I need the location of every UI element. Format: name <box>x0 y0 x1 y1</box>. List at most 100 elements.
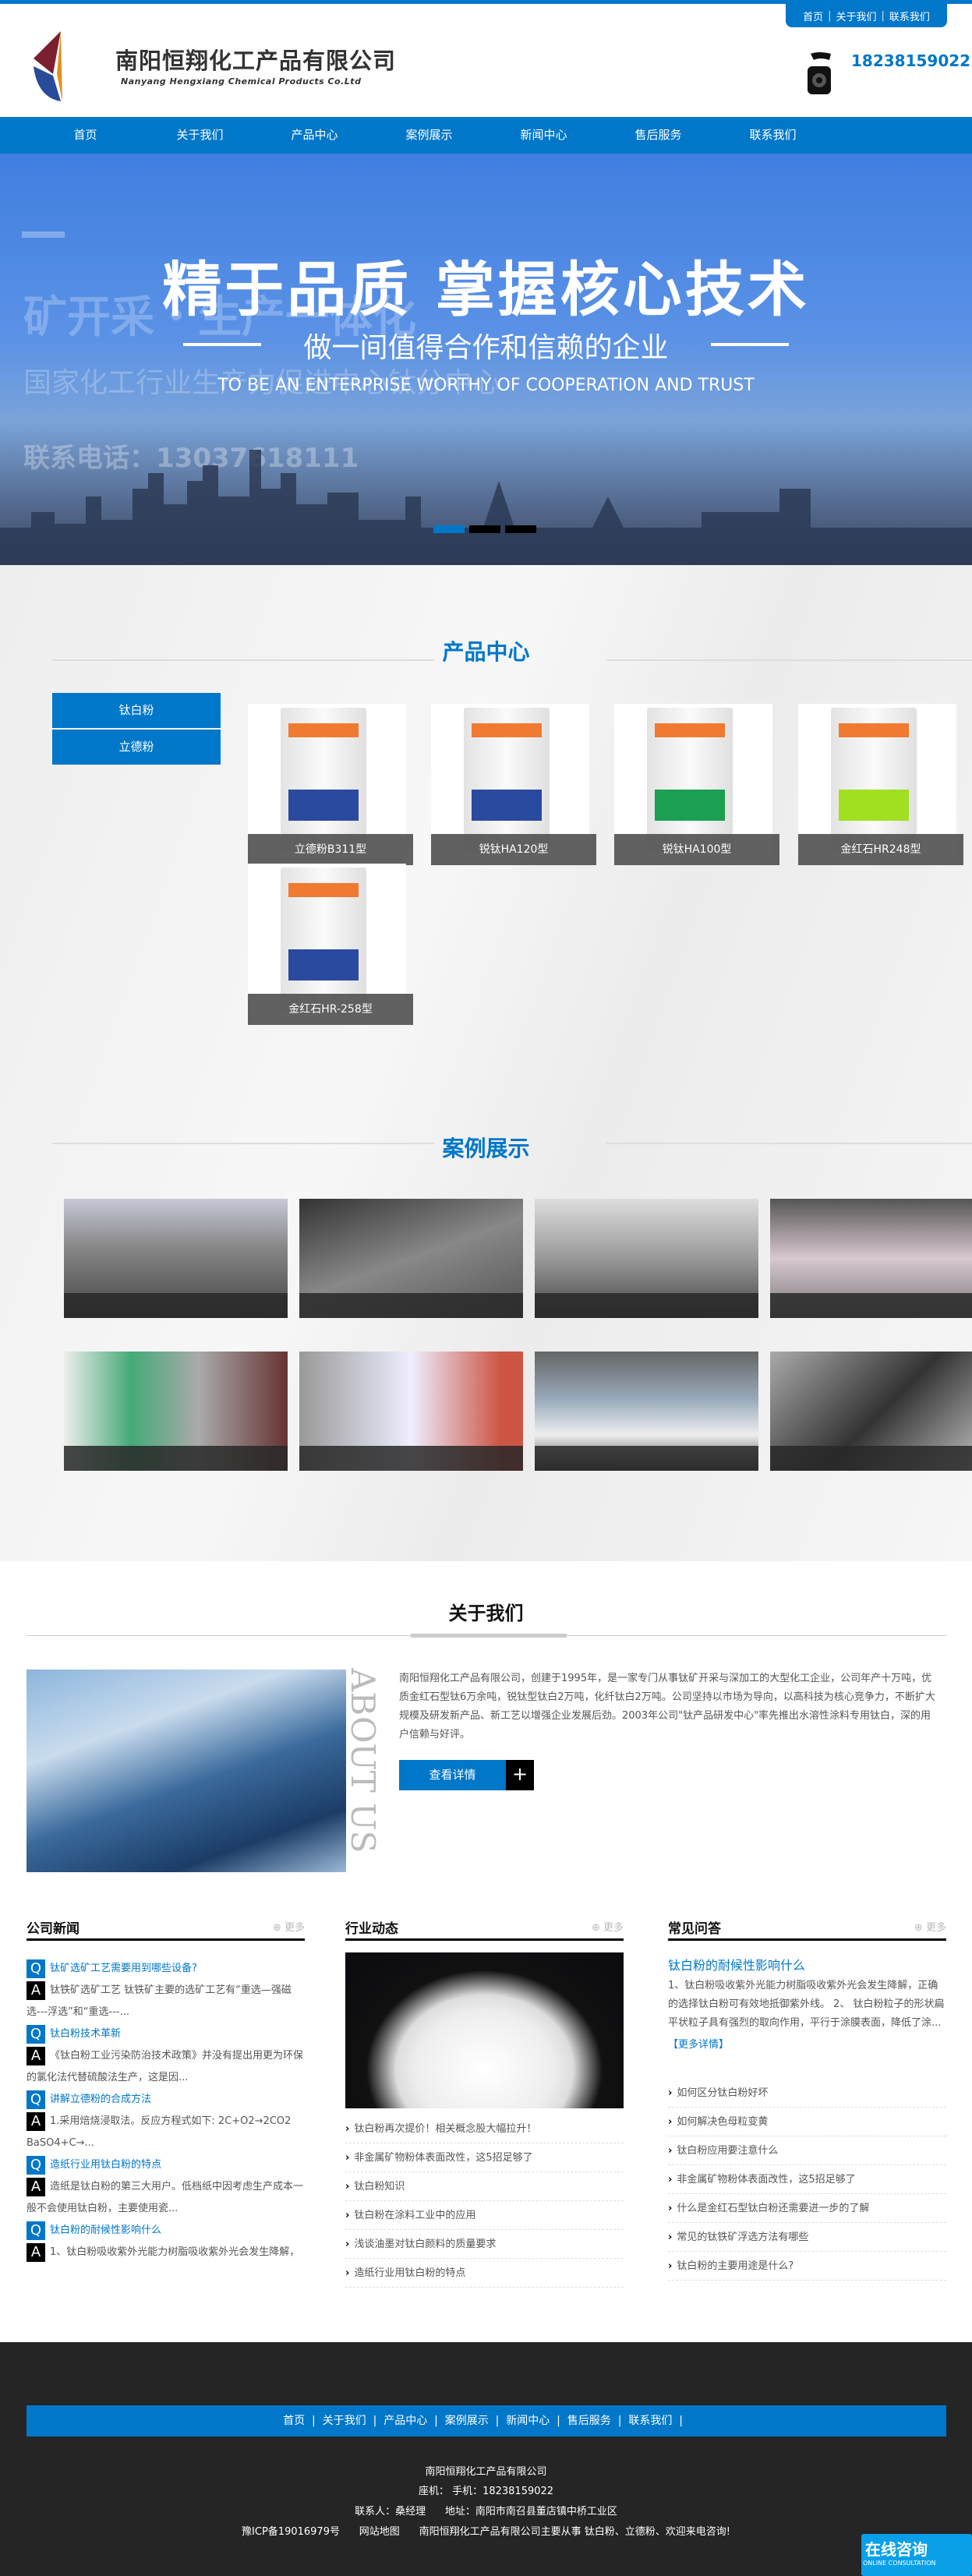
top-link-contact[interactable]: 联系我们 <box>889 9 930 23</box>
chevron-right-icon: › <box>668 2203 673 2214</box>
nav-about[interactable]: 关于我们 <box>143 117 257 154</box>
news-answer: A 钛铁矿选矿工艺 钛铁矿主要的选矿工艺有“重选—强磁选---浮选”和“重选---… <box>27 1980 305 2023</box>
case-image[interactable] <box>535 1199 758 1318</box>
slide-dot[interactable] <box>505 525 536 533</box>
news-list-item[interactable]: › 钛白粉再次提价！相关概念股大幅拉升！ <box>345 2115 624 2143</box>
slide-dot[interactable] <box>433 525 465 533</box>
news-item-title: 钛白粉在涂料工业中的应用 <box>354 2210 476 2221</box>
nav-service[interactable]: 售后服务 <box>601 117 716 154</box>
footer-nav: 首页 | 关于我们 | 产品中心 | 案例展示 | 新闻中心 | 售后服务 | … <box>27 2405 946 2436</box>
case-image[interactable] <box>535 1352 758 1471</box>
company-logo-icon[interactable] <box>30 27 115 105</box>
product-caption: 锐钛HA100型 <box>614 834 779 865</box>
news-question[interactable]: Q 钛白粉的耐候性影响什么 <box>27 2220 305 2242</box>
case-image[interactable] <box>770 1199 972 1318</box>
banner-subtitle: 做一间值得合作和信赖的企业 <box>303 332 669 364</box>
separator: | <box>672 2415 690 2427</box>
plus-icon[interactable]: + <box>506 1760 534 1790</box>
top-link-home[interactable]: 首页 <box>803 9 823 23</box>
product-card[interactable]: 锐钛HA100型 <box>614 704 779 865</box>
news-list-item[interactable]: › 钛白粉应用要注意什么 <box>668 2136 946 2165</box>
nav-contact[interactable]: 联系我们 <box>716 117 830 154</box>
news-question[interactable]: Q 讲解立德粉的合成方法 <box>27 2089 305 2111</box>
sitemap-link[interactable]: 网站地图 <box>359 2526 400 2538</box>
category-lithopone[interactable]: 立德粉 <box>52 730 221 765</box>
product-bag-image <box>647 708 733 852</box>
news-list-item[interactable]: › 如何解决色母粒变黄 <box>668 2108 946 2136</box>
case-image[interactable] <box>299 1199 523 1318</box>
news-answer-text: 1、钛白粉吸收紫外光能力树脂吸收紫外光会发生降解，正确的选择钛白粉可有效地抵御紫… <box>50 2246 300 2258</box>
more-link[interactable]: ⊕ 更多 <box>273 1919 305 1934</box>
footer-nav-link[interactable]: 关于我们 <box>323 2415 366 2427</box>
news-question-text: 造纸行业用钛白粉的特点 <box>50 2159 162 2171</box>
news-list-item[interactable]: › 如何区分钛白粉好坏 <box>668 2079 946 2108</box>
footer-nav-link[interactable]: 案例展示 <box>445 2415 489 2427</box>
top-link-about[interactable]: 关于我们 <box>836 9 876 23</box>
more-details-link[interactable]: 【更多详情】 <box>668 2036 946 2051</box>
company-name: 南阳恒翔化工产品有限公司 <box>115 48 397 74</box>
a-badge-icon: A <box>27 1981 45 2000</box>
news-list-item[interactable]: › 钛白粉的主要用途是什么? <box>668 2252 946 2281</box>
product-caption: 金红石HR248型 <box>798 834 963 865</box>
product-card[interactable]: 锐钛HA120型 <box>431 704 596 865</box>
telephone-icon <box>808 52 831 94</box>
case-image[interactable] <box>299 1352 523 1471</box>
more-label: 更多 <box>284 1922 305 1934</box>
a-badge-icon: A <box>27 2177 45 2196</box>
icp-link[interactable]: 豫ICP备19016979号 <box>242 2526 340 2538</box>
faq-title: 常见问答 <box>668 1921 721 1937</box>
news-list-item[interactable]: › 钛白粉在涂料工业中的应用 <box>345 2201 624 2230</box>
product-card[interactable]: 金红石HR248型 <box>798 704 963 865</box>
bag-band <box>655 723 725 737</box>
case-caption-bar <box>535 1446 758 1471</box>
news-list-item[interactable]: › 常见的钛铁矿浮选方法有哪些 <box>668 2223 946 2252</box>
news-question[interactable]: Q 钛白粉技术革新 <box>27 2023 305 2045</box>
online-label: 在线咨询 <box>865 2540 928 2559</box>
news-question[interactable]: Q 钛矿选矿工艺需要用到哪些设备? <box>27 1958 305 1980</box>
case-image[interactable] <box>770 1352 972 1471</box>
footer-nav-link[interactable]: 产品中心 <box>383 2415 427 2427</box>
slide-dot[interactable] <box>469 525 500 533</box>
news-answer: A 《钛白粉工业污染防治技术政策》并没有提出用更为环保的氯化法代替硫酸法生产，这是… <box>27 2045 305 2089</box>
footer-nav-link[interactable]: 售后服务 <box>567 2415 611 2427</box>
footer-nav-link[interactable]: 首页 <box>283 2415 305 2427</box>
more-link[interactable]: ⊕ 更多 <box>592 1919 624 1934</box>
bag-band <box>288 949 359 981</box>
news-list-item[interactable]: › 浅谈油墨对钛白颜料的质量要求 <box>345 2230 624 2259</box>
online-consultation-button[interactable]: 在线咨询 ONLINE CONSULTATION <box>861 2534 972 2576</box>
footer-nav-link[interactable]: 联系我们 <box>628 2415 672 2427</box>
news-list-item[interactable]: › 钛白粉知识 <box>345 2172 624 2201</box>
nav-cases[interactable]: 案例展示 <box>372 117 486 154</box>
product-caption: 金红石HR-258型 <box>248 994 413 1025</box>
news-answer-text: 钛铁矿选矿工艺 钛铁矿主要的选矿工艺有“重选—强磁选---浮选”和“重选---.… <box>27 1984 292 2018</box>
view-details-button[interactable]: 查看详情 <box>399 1760 506 1790</box>
footer-nav-link[interactable]: 新闻中心 <box>506 2415 550 2427</box>
nav-news[interactable]: 新闻中心 <box>486 117 601 154</box>
news-list-item[interactable]: › 非金属矿物粉体表面改性，这5招足够了 <box>668 2165 946 2194</box>
more-link[interactable]: ⊕ 更多 <box>914 1919 946 1934</box>
company-news-title: 公司新闻 <box>27 1921 80 1937</box>
news-answer: A 1.采用焙烧浸取法。反应方程式如下: 2C+O2→2CO2 BaSO4+C→.… <box>27 2111 305 2154</box>
faq-featured-title[interactable]: 钛白粉的耐候性影响什么 <box>668 1955 946 1974</box>
news-item-title: 钛白粉再次提价！相关概念股大幅拉升！ <box>354 2123 537 2135</box>
more-label: 更多 <box>925 1922 946 1934</box>
q-badge-icon: Q <box>27 2221 45 2240</box>
nav-products[interactable]: 产品中心 <box>257 117 372 154</box>
category-titanium[interactable]: 钛白粉 <box>52 693 221 728</box>
product-card[interactable]: 立德粉B311型 <box>248 704 413 865</box>
chevron-right-icon: › <box>345 2152 350 2164</box>
news-question[interactable]: Q 造纸行业用钛白粉的特点 <box>27 2154 305 2176</box>
product-bag-image <box>464 708 550 852</box>
news-list-item[interactable]: › 造纸行业用钛白粉的特点 <box>345 2259 624 2288</box>
header-phone: 18238159022 <box>851 51 971 70</box>
news-list-item[interactable]: › 什么是金红石型钛白粉还需要进一步的了解 <box>668 2194 946 2223</box>
case-caption-bar <box>770 1446 972 1471</box>
main-nav: 首页 关于我们 产品中心 案例展示 新闻中心 售后服务 联系我们 <box>0 117 972 154</box>
case-image[interactable] <box>64 1352 288 1471</box>
case-image[interactable] <box>64 1199 288 1318</box>
news-list-item[interactable]: › 非金属矿物粉体表面改性，这5招足够了 <box>345 2143 624 2172</box>
product-card[interactable]: 金红石HR-258型 <box>248 864 413 1025</box>
banner-headline: 精于品质 掌握核心技术 <box>162 255 810 324</box>
nav-home[interactable]: 首页 <box>28 117 143 154</box>
footer <box>0 2342 972 2576</box>
